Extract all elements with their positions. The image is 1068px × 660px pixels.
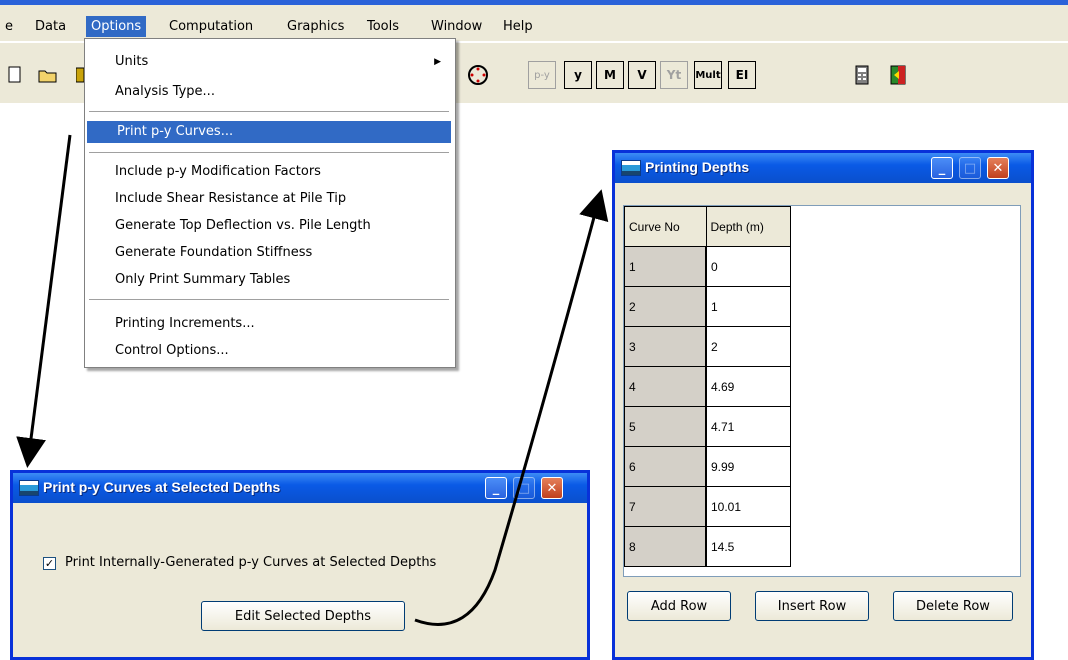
arrow-to-depths-window bbox=[414, 189, 609, 626]
arrow-to-dialog bbox=[16, 134, 72, 468]
annotation-arrows bbox=[16, 134, 609, 626]
